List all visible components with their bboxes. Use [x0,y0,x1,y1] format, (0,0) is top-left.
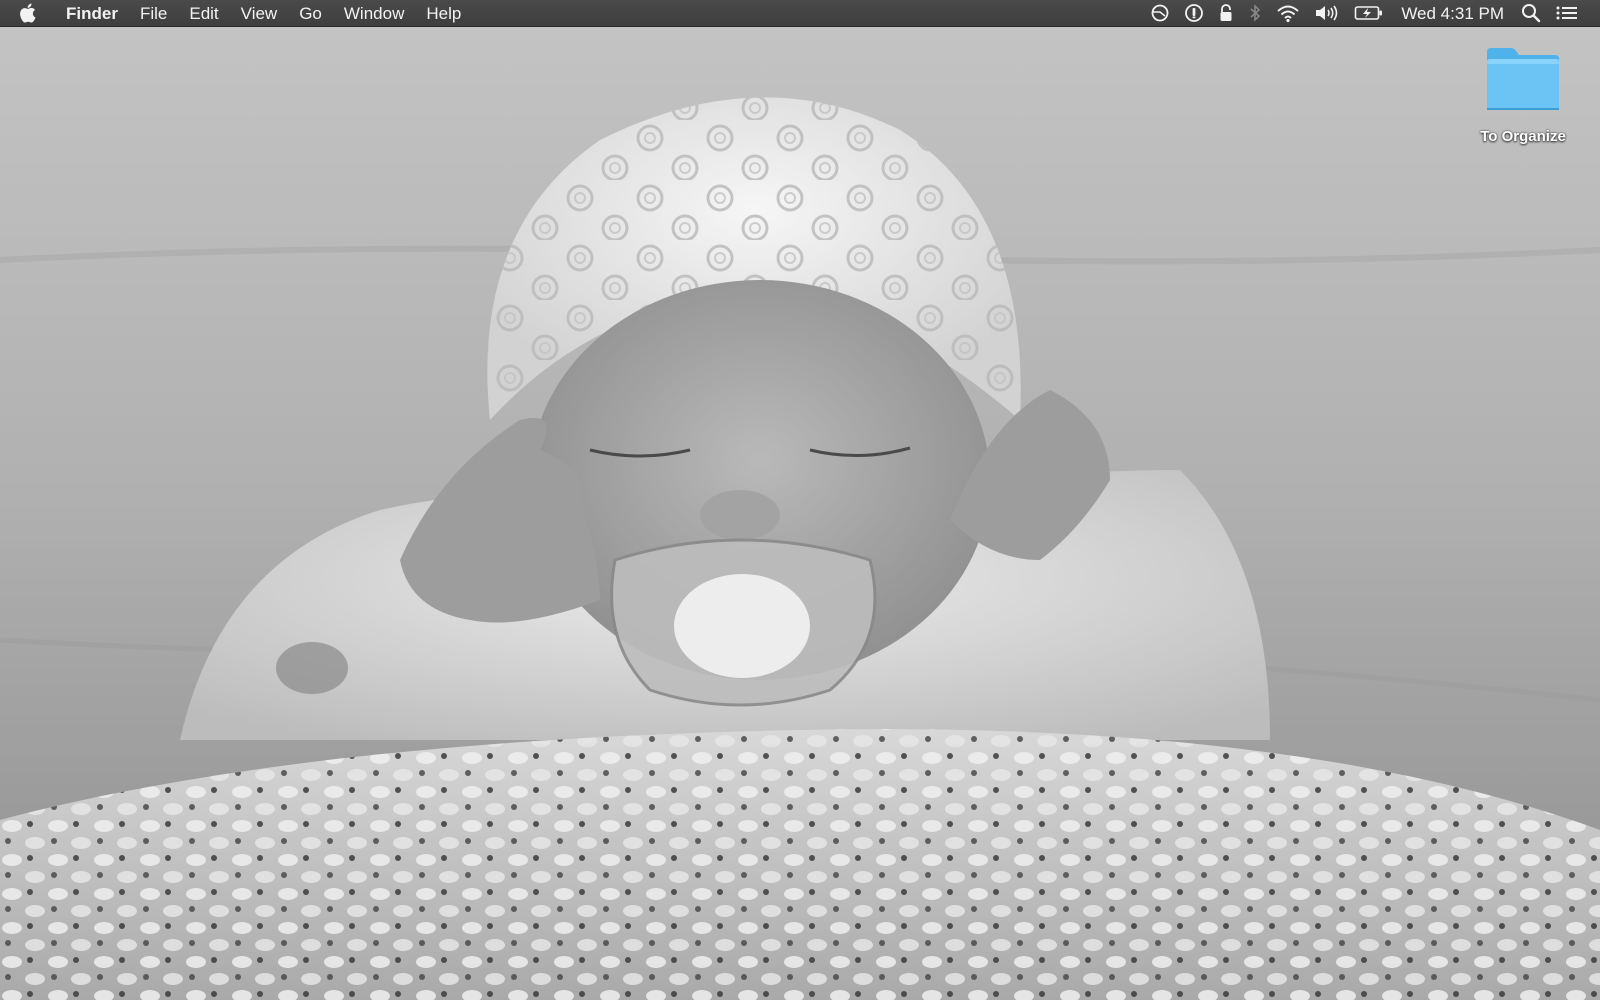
wifi-icon[interactable] [1269,0,1307,27]
desktop-screen: Finder File Edit View Go Window Help Wed… [0,0,1600,1000]
battery-charging-icon[interactable] [1347,0,1391,27]
menubar-clock[interactable]: Wed 4:31 PM [1391,0,1514,27]
menu-bar-left: Finder File Edit View Go Window Help [0,0,472,26]
menu-bar-right: Wed 4:31 PM [1143,0,1600,26]
password-manager-icon[interactable] [1177,0,1211,27]
apple-logo-icon[interactable] [0,0,54,27]
bluetooth-icon[interactable] [1241,0,1269,27]
folder-label: To Organize [1480,128,1566,145]
folder-icon [1487,48,1559,110]
spotlight-search-icon[interactable] [1514,0,1548,27]
menu-go[interactable]: Go [288,0,333,27]
menu-help[interactable]: Help [415,0,472,27]
menu-file[interactable]: File [129,0,178,27]
menu-window[interactable]: Window [333,0,415,27]
time-machine-icon[interactable] [1143,0,1177,27]
menu-bar: Finder File Edit View Go Window Help Wed… [0,0,1600,27]
notification-center-icon[interactable] [1548,0,1586,27]
desktop-folder-to-organize[interactable]: To Organize [1460,44,1586,145]
menu-app-finder[interactable]: Finder [54,0,129,27]
menu-view[interactable]: View [230,0,289,27]
lock-icon[interactable] [1211,0,1241,27]
volume-icon[interactable] [1307,0,1347,27]
menu-edit[interactable]: Edit [178,0,229,27]
desktop-wallpaper [0,0,1600,1000]
